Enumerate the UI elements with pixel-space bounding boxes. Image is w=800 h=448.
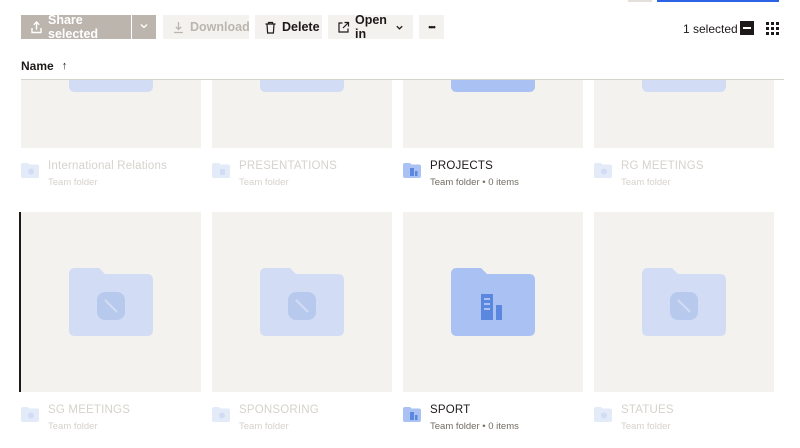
folder-info: SPONSORING Team folder [212,404,392,438]
folder-thumbnail [21,212,201,392]
folder-tile-sg-meetings[interactable]: SG MEETINGS Team folder [21,212,201,437]
share-selected-button[interactable]: Share selected [21,13,131,41]
folder-subtitle: Team folder [48,421,98,432]
folder-tile-statues[interactable]: STATUES Team folder [594,212,774,437]
folder-name: International Relations [48,160,168,172]
folder-name: STATUES [621,404,674,416]
action-toolbar: Share selected Download Delete Open in •… [21,13,444,41]
folder-info: PRESENTATIONS Team folder [212,160,392,194]
top-strip-gray [628,0,652,2]
folder-thumbnail [403,80,583,148]
download-label: Download [190,20,250,34]
folder-tile-rg-meetings[interactable]: RG MEETINGS Team folder [594,80,774,188]
folder-icon [642,80,726,92]
chevron-down-icon [139,20,149,34]
folder-icon [642,268,726,336]
team-folder-icon [21,163,39,178]
team-folder-icon [21,407,39,422]
folder-subtitle: Team folder [621,421,671,432]
grid-view-icon[interactable] [766,22,779,35]
top-strip-blue [657,0,779,2]
folder-icon [69,268,153,336]
folder-name: RG MEETINGS [621,160,704,172]
download-button[interactable]: Download [163,15,250,39]
folder-icon [260,268,344,336]
sort-label: Name [21,59,54,73]
share-selected-label: Share selected [48,13,99,41]
folder-subtitle: Team folder [239,421,289,432]
more-actions-button[interactable]: ••• [419,15,444,39]
folder-thumbnail [594,212,774,392]
delete-label: Delete [282,20,320,34]
folder-thumbnail [212,212,392,392]
download-icon [172,21,185,34]
folder-name: SG MEETINGS [48,404,131,416]
chevron-down-icon [395,23,404,32]
deselect-checkbox[interactable] [740,21,754,35]
team-folder-icon [594,163,612,178]
selection-count: 1 selected [683,22,738,36]
folder-subtitle: Team folder • 0 items [430,177,519,188]
folder-name: PRESENTATIONS [239,160,338,172]
folder-info: STATUES Team folder [594,404,774,438]
open-in-label: Open in [355,13,387,41]
team-folder-icon [212,163,230,178]
arrow-up-icon: ↑ [61,60,68,72]
folder-icon [69,80,153,92]
folder-tile-international-relations[interactable]: International Relations Team folder [21,80,201,188]
folder-icon [260,80,344,92]
delete-button[interactable]: Delete [255,15,322,39]
more-icon: ••• [428,22,436,32]
team-folder-icon [403,163,421,178]
folder-thumbnail [403,212,583,392]
folder-tile-sponsoring[interactable]: SPONSORING Team folder [212,212,392,437]
folder-subtitle: Team folder [239,177,289,188]
folder-tile-projects[interactable]: PROJECTS Team folder • 0 items [403,80,583,188]
folder-tile-sport[interactable]: SPORT Team folder • 0 items [403,212,583,437]
folder-subtitle: Team folder [48,177,98,188]
share-icon [30,20,43,34]
folder-name: PROJECTS [430,160,493,172]
folder-thumbnail [594,80,774,148]
external-link-icon [337,21,350,34]
folder-info: RG MEETINGS Team folder [594,160,774,194]
sort-by-name-header[interactable]: Name ↑ [21,59,67,73]
folder-name: SPONSORING [239,404,319,416]
folder-tile-presentations[interactable]: PRESENTATIONS Team folder [212,80,392,188]
folder-subtitle: Team folder • 0 items [430,421,519,432]
trash-icon [264,21,277,34]
folder-info: SG MEETINGS Team folder [21,404,201,438]
open-in-button[interactable]: Open in [328,13,413,41]
folder-info: International Relations Team folder [21,160,201,194]
folder-icon [451,268,535,336]
team-folder-icon [212,407,230,422]
minus-icon [743,27,751,29]
team-folder-icon [594,407,612,422]
folder-name: SPORT [430,404,471,416]
share-options-button[interactable] [132,15,156,39]
folder-info: PROJECTS Team folder • 0 items [403,160,583,194]
folder-info: SPORT Team folder • 0 items [403,404,583,438]
folder-icon [451,80,535,92]
folder-thumbnail [21,80,201,148]
folder-subtitle: Team folder [621,177,671,188]
folder-thumbnail [212,80,392,148]
team-folder-icon [403,407,421,422]
